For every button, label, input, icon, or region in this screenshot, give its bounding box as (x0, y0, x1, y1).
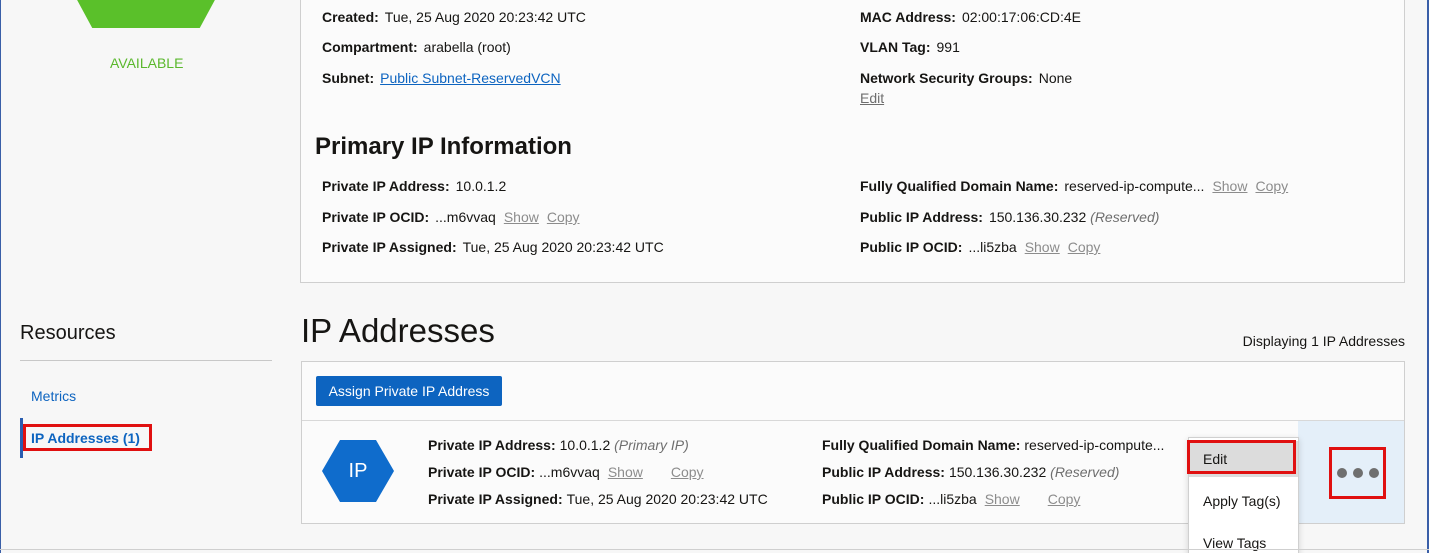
row-private-ip-value: 10.0.1.2 (559, 437, 611, 453)
compartment-value: arabella (root) (423, 39, 511, 55)
primary-fqdn-label: Fully Qualified Domain Name: (860, 178, 1059, 194)
compartment-row: Compartment: arabella (root) (322, 39, 511, 55)
page-bottom-divider (0, 549, 1429, 550)
row-public-ocid-value: ...li5zba (928, 491, 977, 507)
created-value: Tue, 25 Aug 2020 20:23:42 UTC (384, 9, 586, 25)
compartment-label: Compartment: (322, 39, 418, 55)
primary-fqdn-copy-link[interactable]: Copy (1255, 178, 1288, 194)
table-divider (302, 420, 1404, 421)
ip-icon-text: IP (348, 459, 368, 482)
row-public-ip-value: 150.136.30.232 (948, 464, 1047, 480)
primary-assigned-row: Private IP Assigned: Tue, 25 Aug 2020 20:… (322, 239, 664, 255)
menu-item-apply-tags[interactable]: Apply Tag(s) (1189, 483, 1298, 519)
row-ocid-copy-link[interactable]: Copy (671, 464, 704, 480)
primary-ocid-copy-link[interactable]: Copy (547, 209, 580, 225)
created-label: Created: (322, 9, 379, 25)
highlight-box-ip-addresses (23, 424, 152, 451)
row-public-ip-label: Public IP Address: (822, 464, 945, 480)
mac-value: 02:00:17:06:CD:4E (961, 9, 1082, 25)
mac-label: MAC Address: (860, 9, 956, 25)
primary-ocid-label: Private IP OCID: (322, 209, 430, 225)
row-public-ocid-show-link[interactable]: Show (985, 491, 1020, 507)
primary-public-ocid-label: Public IP OCID: (860, 239, 963, 255)
primary-public-ocid-value: ...li5zba (968, 239, 1017, 255)
primary-ocid-row: Private IP OCID: ...m6vvaq Show Copy (322, 209, 580, 225)
nsg-edit-link[interactable]: Edit (860, 90, 884, 106)
row-fqdn-value: reserved-ip-compute... (1024, 437, 1165, 453)
primary-ocid-value: ...m6vvaq (435, 209, 496, 225)
primary-public-ocid-show-link[interactable]: Show (1025, 239, 1060, 255)
primary-public-ocid-row: Public IP OCID: ...li5zba Show Copy (860, 239, 1100, 255)
row-public-ocid-label: Public IP OCID: (822, 491, 925, 507)
nsg-label: Network Security Groups: (860, 70, 1033, 86)
primary-public-ip-note: (Reserved) (1090, 209, 1160, 225)
subnet-row: Subnet: Public Subnet-ReservedVCN (322, 70, 561, 86)
subnet-label: Subnet: (322, 70, 375, 86)
primary-public-ip-value: 150.136.30.232 (988, 209, 1087, 225)
row-public-ocid-copy-link[interactable]: Copy (1048, 491, 1081, 507)
row-public-ocid: Public IP OCID: ...li5zba Show Copy (822, 491, 1080, 507)
ip-addresses-count: Displaying 1 IP Addresses (1242, 333, 1405, 349)
row-fqdn: Fully Qualified Domain Name: reserved-ip-… (822, 437, 1164, 453)
nsg-value: None (1038, 70, 1073, 86)
nsg-row: Network Security Groups: None (860, 70, 1072, 86)
resources-divider (20, 360, 272, 361)
created-row: Created: Tue, 25 Aug 2020 20:23:42 UTC (322, 9, 586, 25)
ip-addresses-title: IP Addresses (301, 312, 495, 349)
mac-row: MAC Address: 02:00:17:06:CD:4E (860, 9, 1081, 25)
resources-item-metrics[interactable]: Metrics (31, 388, 76, 404)
primary-fqdn-row: Fully Qualified Domain Name: reserved-ip-… (860, 178, 1288, 194)
row-private-ip: Private IP Address: 10.0.1.2 (Primary IP) (428, 437, 689, 453)
primary-ip-title: Primary IP Information (315, 133, 572, 160)
row-public-ip: Public IP Address: 150.136.30.232 (Reserv… (822, 464, 1119, 480)
vlan-row: VLAN Tag: 991 (860, 39, 960, 55)
highlight-box-edit (1187, 440, 1296, 474)
highlight-box-actions (1329, 447, 1386, 499)
primary-ocid-show-link[interactable]: Show (504, 209, 539, 225)
primary-public-ip-label: Public IP Address: (860, 209, 983, 225)
primary-private-ip-row: Private IP Address: 10.0.1.2 (322, 178, 506, 194)
primary-public-ocid-copy-link[interactable]: Copy (1068, 239, 1101, 255)
primary-private-ip-label: Private IP Address: (322, 178, 450, 194)
primary-public-ip-row: Public IP Address: 150.136.30.232 (Reserv… (860, 209, 1159, 225)
status-label: AVAILABLE (110, 55, 184, 71)
primary-private-ip-value: 10.0.1.2 (455, 178, 507, 194)
assign-private-ip-button[interactable]: Assign Private IP Address (316, 376, 502, 406)
vlan-label: VLAN Tag: (860, 39, 931, 55)
row-public-ip-note: (Reserved) (1050, 464, 1120, 480)
primary-fqdn-value: reserved-ip-compute... (1064, 178, 1205, 194)
row-assigned-value: Tue, 25 Aug 2020 20:23:42 UTC (566, 491, 768, 507)
instance-status-hexagon-icon (62, 0, 230, 28)
row-ocid: Private IP OCID: ...m6vvaq Show Copy (428, 464, 704, 480)
row-assigned-label: Private IP Assigned: (428, 491, 563, 507)
row-ocid-label: Private IP OCID: (428, 464, 536, 480)
row-ocid-show-link[interactable]: Show (608, 464, 643, 480)
row-private-ip-note: (Primary IP) (614, 437, 689, 453)
primary-assigned-value: Tue, 25 Aug 2020 20:23:42 UTC (462, 239, 664, 255)
resources-title: Resources (20, 322, 116, 344)
nsg-edit-row: Edit (860, 90, 884, 106)
subnet-link[interactable]: Public Subnet-ReservedVCN (380, 70, 561, 86)
primary-fqdn-show-link[interactable]: Show (1212, 178, 1247, 194)
row-assigned: Private IP Assigned: Tue, 25 Aug 2020 20:… (428, 491, 768, 507)
left-edge (0, 0, 1, 553)
row-fqdn-label: Fully Qualified Domain Name: (822, 437, 1021, 453)
row-private-ip-label: Private IP Address: (428, 437, 556, 453)
vlan-value: 991 (936, 39, 960, 55)
primary-assigned-label: Private IP Assigned: (322, 239, 457, 255)
row-ocid-value: ...m6vvaq (539, 464, 600, 480)
